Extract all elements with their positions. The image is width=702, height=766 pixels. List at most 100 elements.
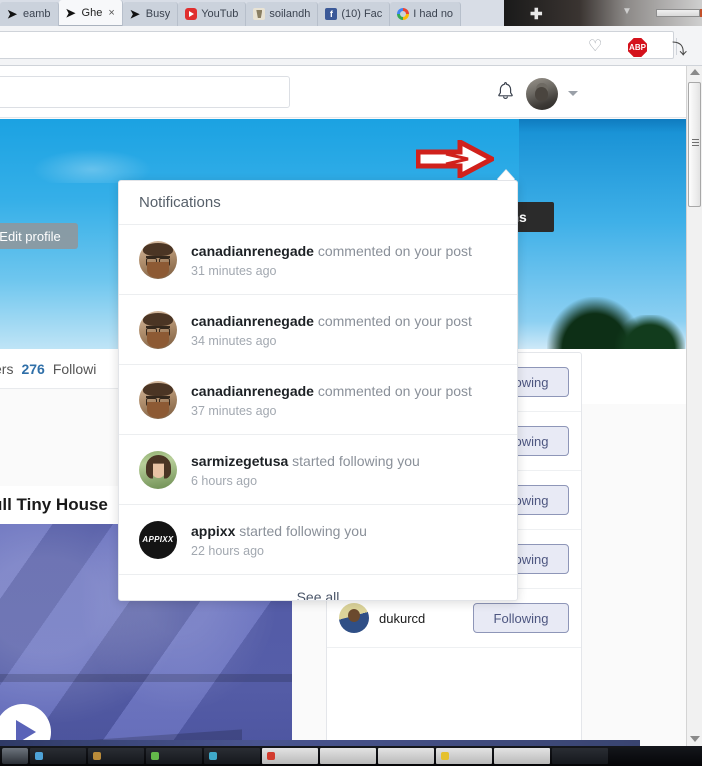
scrollbar-thumb[interactable]	[688, 82, 701, 207]
tab-close-icon[interactable]: ×	[108, 7, 114, 19]
app-icon	[267, 752, 275, 760]
browser-tab-2[interactable]: ➤ Busy	[122, 2, 179, 26]
notification-time: 22 hours ago	[191, 543, 264, 558]
notification-text: appixx started following you 22 hours ag…	[191, 522, 367, 558]
notification-line: sarmizegetusa started following you	[191, 452, 420, 470]
browser-tab-6[interactable]: I had no	[390, 2, 462, 26]
address-bar[interactable]	[0, 31, 674, 59]
avatar	[139, 380, 177, 419]
cloud-decoration	[32, 149, 152, 183]
app-icon	[35, 752, 43, 760]
avatar-detail	[147, 331, 169, 348]
heart-icon[interactable]: ♡	[588, 38, 606, 56]
window-minimize-icon[interactable]	[656, 9, 700, 17]
avatar: APPIXX	[139, 520, 177, 559]
followers-count: 276	[21, 360, 45, 377]
start-button[interactable]	[2, 748, 28, 764]
notification-time: 6 hours ago	[191, 473, 258, 488]
app-icon	[209, 752, 217, 760]
see-all-link[interactable]: See all	[119, 575, 517, 600]
taskbar-item[interactable]	[146, 748, 202, 764]
notifications-title: Notifications	[119, 181, 517, 225]
notification-line: canadianrenegade commented on your post	[191, 312, 472, 330]
user-avatar[interactable]	[526, 78, 558, 110]
window-controls-overlay: ✚ ▼	[504, 0, 702, 26]
taskbar-item[interactable]	[436, 748, 492, 764]
notification-time: 31 minutes ago	[191, 263, 277, 278]
avatar-detail	[147, 401, 169, 418]
notification-action: started following you	[239, 522, 367, 539]
taskbar-item[interactable]	[30, 748, 86, 764]
new-tab-icon[interactable]: ✚	[530, 5, 543, 23]
browser-tab-3[interactable]: YouTub	[178, 2, 247, 26]
taskbar-item[interactable]	[88, 748, 144, 764]
taskbar-item[interactable]	[552, 748, 608, 764]
notification-text: canadianrenegade commented on your post …	[191, 242, 472, 278]
taskbar-item[interactable]	[204, 748, 260, 764]
notifications-dropdown: Notifications canadianrenegade commented…	[118, 180, 518, 601]
page-scrollbar[interactable]	[686, 66, 702, 746]
scroll-up-arrow[interactable]	[690, 69, 700, 75]
notification-action: commented on your post	[317, 382, 472, 399]
notification-text: canadianrenegade commented on your post …	[191, 312, 472, 348]
tree-decoration	[615, 315, 685, 349]
notifications-bell-button[interactable]	[492, 79, 518, 107]
notification-item[interactable]: canadianrenegade commented on your post …	[119, 225, 517, 295]
taskbar-item[interactable]	[378, 748, 434, 764]
soil-icon	[253, 8, 266, 20]
notification-user[interactable]: sarmizegetusa	[191, 453, 288, 469]
taskbar-item-active[interactable]	[262, 748, 318, 764]
tab-label: YouTub	[201, 8, 239, 20]
edit-profile-button[interactable]: Edit profile	[0, 223, 78, 249]
browser-tab-4[interactable]: soilandh	[246, 2, 319, 26]
browser-window: ➤ eamb ➤ Ghe × ➤ Busy YouTub soilandh f …	[0, 0, 702, 766]
tab-label: (10) Fac	[341, 8, 383, 20]
browser-tab-1-active[interactable]: ➤ Ghe ×	[58, 0, 123, 26]
search-input[interactable]	[0, 76, 290, 108]
bell-icon	[497, 81, 514, 100]
page-viewport: Edit profile ers 276 Followi ull Tiny Ho…	[0, 66, 702, 746]
notification-action: commented on your post	[317, 242, 472, 259]
avatar-label: APPIXX	[142, 535, 174, 544]
notification-user[interactable]: canadianrenegade	[191, 243, 314, 259]
browser-tab-0[interactable]: ➤ eamb	[0, 2, 59, 26]
chevron-down-icon[interactable]	[568, 91, 578, 96]
taskbar-item[interactable]	[320, 748, 376, 764]
pocket-icon: ➤	[7, 7, 18, 21]
os-taskbar	[0, 746, 702, 766]
chevron-down-icon[interactable]: ▼	[622, 6, 632, 17]
notification-action: started following you	[292, 452, 420, 469]
notification-text: canadianrenegade commented on your post …	[191, 382, 472, 418]
avatar	[139, 450, 177, 489]
following-button[interactable]: Following	[473, 603, 569, 633]
notification-item[interactable]: canadianrenegade commented on your post …	[119, 365, 517, 435]
site-header	[0, 66, 688, 118]
scroll-down-arrow[interactable]	[690, 736, 700, 742]
taskbar-item[interactable]	[494, 748, 550, 764]
tab-label: soilandh	[269, 8, 311, 20]
notification-user[interactable]: canadianrenegade	[191, 313, 314, 329]
notification-line: appixx started following you	[191, 522, 367, 540]
avatar	[139, 240, 177, 279]
notification-line: canadianrenegade commented on your post	[191, 242, 472, 260]
download-icon[interactable]: ⤵	[672, 38, 687, 59]
user-name[interactable]: dukurcd	[379, 611, 473, 626]
tab-label: eamb	[23, 8, 51, 20]
following-label: Followi	[52, 360, 97, 377]
followers-label: ers	[0, 360, 14, 377]
youtube-icon	[185, 8, 198, 20]
notification-user[interactable]: appixx	[191, 523, 235, 539]
notification-line: canadianrenegade commented on your post	[191, 382, 472, 400]
avatar-detail	[147, 261, 169, 278]
notification-user[interactable]: canadianrenegade	[191, 383, 314, 399]
google-icon	[397, 8, 410, 20]
avatar-detail	[143, 312, 173, 326]
tab-label: Busy	[145, 8, 171, 20]
notification-item[interactable]: APPIXX appixx started following you 22 h…	[119, 505, 517, 575]
browser-tab-5[interactable]: f (10) Fac	[318, 2, 391, 26]
notification-item[interactable]: sarmizegetusa started following you 6 ho…	[119, 435, 517, 505]
avatar-detail	[146, 325, 170, 336]
notification-item[interactable]: canadianrenegade commented on your post …	[119, 295, 517, 365]
pocket-icon: ➤	[129, 7, 140, 21]
avatar-detail	[146, 395, 170, 406]
